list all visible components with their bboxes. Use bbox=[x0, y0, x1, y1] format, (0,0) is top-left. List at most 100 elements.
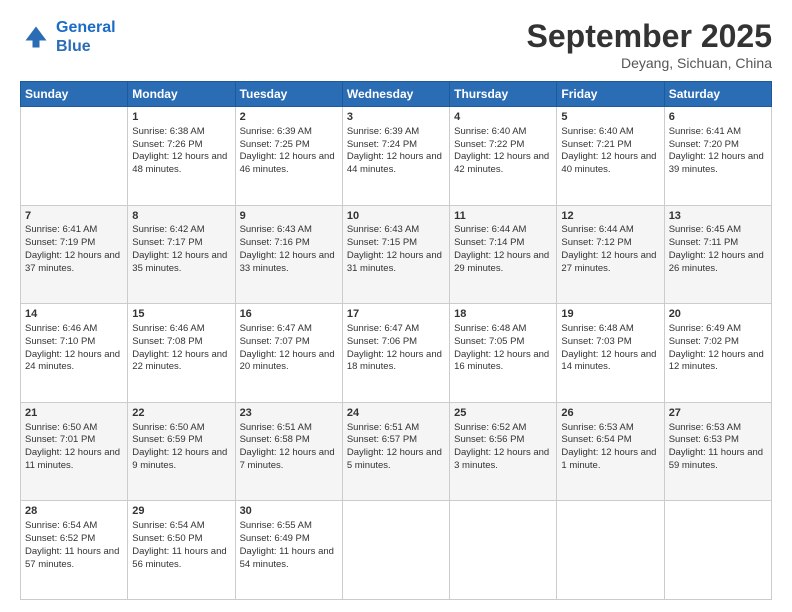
sunrise: Sunrise: 6:40 AM bbox=[561, 126, 633, 137]
table-cell: 5Sunrise: 6:40 AMSunset: 7:21 PMDaylight… bbox=[557, 107, 664, 206]
sunset: Sunset: 6:56 PM bbox=[454, 434, 524, 445]
sunset: Sunset: 6:49 PM bbox=[240, 533, 310, 544]
sunrise: Sunrise: 6:53 AM bbox=[669, 422, 741, 433]
table-cell bbox=[557, 501, 664, 600]
table-cell: 6Sunrise: 6:41 AMSunset: 7:20 PMDaylight… bbox=[664, 107, 771, 206]
day-number: 2 bbox=[240, 110, 338, 125]
day-number: 22 bbox=[132, 406, 230, 421]
table-cell: 27Sunrise: 6:53 AMSunset: 6:53 PMDayligh… bbox=[664, 402, 771, 501]
sunset: Sunset: 6:58 PM bbox=[240, 434, 310, 445]
daylight: Daylight: 12 hours and 3 minutes. bbox=[454, 447, 549, 471]
sunrise: Sunrise: 6:48 AM bbox=[454, 323, 526, 334]
daylight: Daylight: 11 hours and 59 minutes. bbox=[669, 447, 763, 471]
sunrise: Sunrise: 6:54 AM bbox=[25, 520, 97, 531]
table-cell: 11Sunrise: 6:44 AMSunset: 7:14 PMDayligh… bbox=[450, 205, 557, 304]
sunset: Sunset: 6:52 PM bbox=[25, 533, 95, 544]
daylight: Daylight: 12 hours and 33 minutes. bbox=[240, 250, 335, 274]
sunset: Sunset: 6:50 PM bbox=[132, 533, 202, 544]
day-number: 16 bbox=[240, 307, 338, 322]
table-cell: 25Sunrise: 6:52 AMSunset: 6:56 PMDayligh… bbox=[450, 402, 557, 501]
sunrise: Sunrise: 6:50 AM bbox=[132, 422, 204, 433]
logo: General Blue bbox=[20, 18, 116, 56]
day-number: 5 bbox=[561, 110, 659, 125]
table-cell: 26Sunrise: 6:53 AMSunset: 6:54 PMDayligh… bbox=[557, 402, 664, 501]
sunrise: Sunrise: 6:46 AM bbox=[25, 323, 97, 334]
day-number: 13 bbox=[669, 209, 767, 224]
daylight: Daylight: 11 hours and 56 minutes. bbox=[132, 546, 226, 570]
table-cell: 18Sunrise: 6:48 AMSunset: 7:05 PMDayligh… bbox=[450, 304, 557, 403]
day-number: 27 bbox=[669, 406, 767, 421]
table-cell: 1Sunrise: 6:38 AMSunset: 7:26 PMDaylight… bbox=[128, 107, 235, 206]
sunset: Sunset: 7:03 PM bbox=[561, 336, 631, 347]
table-cell bbox=[342, 501, 449, 600]
daylight: Daylight: 12 hours and 12 minutes. bbox=[669, 349, 764, 373]
table-cell: 9Sunrise: 6:43 AMSunset: 7:16 PMDaylight… bbox=[235, 205, 342, 304]
day-number: 11 bbox=[454, 209, 552, 224]
daylight: Daylight: 12 hours and 14 minutes. bbox=[561, 349, 656, 373]
sunrise: Sunrise: 6:43 AM bbox=[240, 224, 312, 235]
day-number: 21 bbox=[25, 406, 123, 421]
sunrise: Sunrise: 6:47 AM bbox=[240, 323, 312, 334]
daylight: Daylight: 12 hours and 20 minutes. bbox=[240, 349, 335, 373]
table-cell: 4Sunrise: 6:40 AMSunset: 7:22 PMDaylight… bbox=[450, 107, 557, 206]
day-number: 14 bbox=[25, 307, 123, 322]
sunrise: Sunrise: 6:54 AM bbox=[132, 520, 204, 531]
page: General Blue September 2025 Deyang, Sich… bbox=[0, 0, 792, 612]
table-cell bbox=[664, 501, 771, 600]
table-cell: 14Sunrise: 6:46 AM Sunset: 7:10 PM Dayligh… bbox=[21, 304, 128, 403]
sunset: Sunset: 7:25 PM bbox=[240, 139, 310, 150]
day-number: 28 bbox=[25, 504, 123, 519]
sunset: Sunset: 7:01 PM bbox=[25, 434, 95, 445]
sunrise: Sunrise: 6:45 AM bbox=[669, 224, 741, 235]
daylight: Daylight: 12 hours and 44 minutes. bbox=[347, 151, 442, 175]
daylight: Daylight: 11 hours and 57 minutes. bbox=[25, 546, 119, 570]
table-cell: 30Sunrise: 6:55 AMSunset: 6:49 PMDayligh… bbox=[235, 501, 342, 600]
daylight: Daylight: 12 hours and 26 minutes. bbox=[669, 250, 764, 274]
table-cell: 17Sunrise: 6:47 AMSunset: 7:06 PMDayligh… bbox=[342, 304, 449, 403]
sunrise: Sunrise: 6:38 AM bbox=[132, 126, 204, 137]
table-cell bbox=[450, 501, 557, 600]
sunrise: Sunrise: 6:55 AM bbox=[240, 520, 312, 531]
sunrise: Sunrise: 6:43 AM bbox=[347, 224, 419, 235]
table-cell: 3Sunrise: 6:39 AMSunset: 7:24 PMDaylight… bbox=[342, 107, 449, 206]
table-cell bbox=[21, 107, 128, 206]
daylight: Daylight: 11 hours and 54 minutes. bbox=[240, 546, 334, 570]
daylight: Daylight: 12 hours and 35 minutes. bbox=[132, 250, 227, 274]
day-number: 6 bbox=[669, 110, 767, 125]
sunset: Sunset: 7:06 PM bbox=[347, 336, 417, 347]
logo-icon bbox=[20, 23, 52, 51]
daylight: Daylight: 12 hours and 39 minutes. bbox=[669, 151, 764, 175]
day-number: 17 bbox=[347, 307, 445, 322]
day-number: 20 bbox=[669, 307, 767, 322]
sunset: Sunset: 7:10 PM bbox=[25, 336, 95, 347]
sunrise: Sunrise: 6:39 AM bbox=[240, 126, 312, 137]
sunrise: Sunrise: 6:46 AM bbox=[132, 323, 204, 334]
sunrise: Sunrise: 6:48 AM bbox=[561, 323, 633, 334]
sunset: Sunset: 7:15 PM bbox=[347, 237, 417, 248]
sunrise: Sunrise: 6:49 AM bbox=[669, 323, 741, 334]
sunrise: Sunrise: 6:41 AM bbox=[25, 224, 97, 235]
sunset: Sunset: 7:19 PM bbox=[25, 237, 95, 248]
header-tuesday: Tuesday bbox=[235, 82, 342, 107]
daylight: Daylight: 12 hours and 11 minutes. bbox=[25, 447, 120, 471]
sunrise: Sunrise: 6:47 AM bbox=[347, 323, 419, 334]
header-thursday: Thursday bbox=[450, 82, 557, 107]
sunset: Sunset: 7:14 PM bbox=[454, 237, 524, 248]
daylight: Daylight: 12 hours and 7 minutes. bbox=[240, 447, 335, 471]
sunrise: Sunrise: 6:39 AM bbox=[347, 126, 419, 137]
day-number: 19 bbox=[561, 307, 659, 322]
daylight: Daylight: 12 hours and 16 minutes. bbox=[454, 349, 549, 373]
table-cell: 8Sunrise: 6:42 AMSunset: 7:17 PMDaylight… bbox=[128, 205, 235, 304]
sunrise: Sunrise: 6:44 AM bbox=[454, 224, 526, 235]
table-cell: 23Sunrise: 6:51 AMSunset: 6:58 PMDayligh… bbox=[235, 402, 342, 501]
table-cell: 2Sunrise: 6:39 AMSunset: 7:25 PMDaylight… bbox=[235, 107, 342, 206]
sunrise: Sunrise: 6:40 AM bbox=[454, 126, 526, 137]
sunset: Sunset: 7:21 PM bbox=[561, 139, 631, 150]
sunset: Sunset: 7:02 PM bbox=[669, 336, 739, 347]
daylight: Daylight: 12 hours and 24 minutes. bbox=[25, 349, 120, 373]
daylight: Daylight: 12 hours and 9 minutes. bbox=[132, 447, 227, 471]
daylight: Daylight: 12 hours and 5 minutes. bbox=[347, 447, 442, 471]
sunset: Sunset: 7:17 PM bbox=[132, 237, 202, 248]
day-number: 25 bbox=[454, 406, 552, 421]
sunset: Sunset: 6:57 PM bbox=[347, 434, 417, 445]
